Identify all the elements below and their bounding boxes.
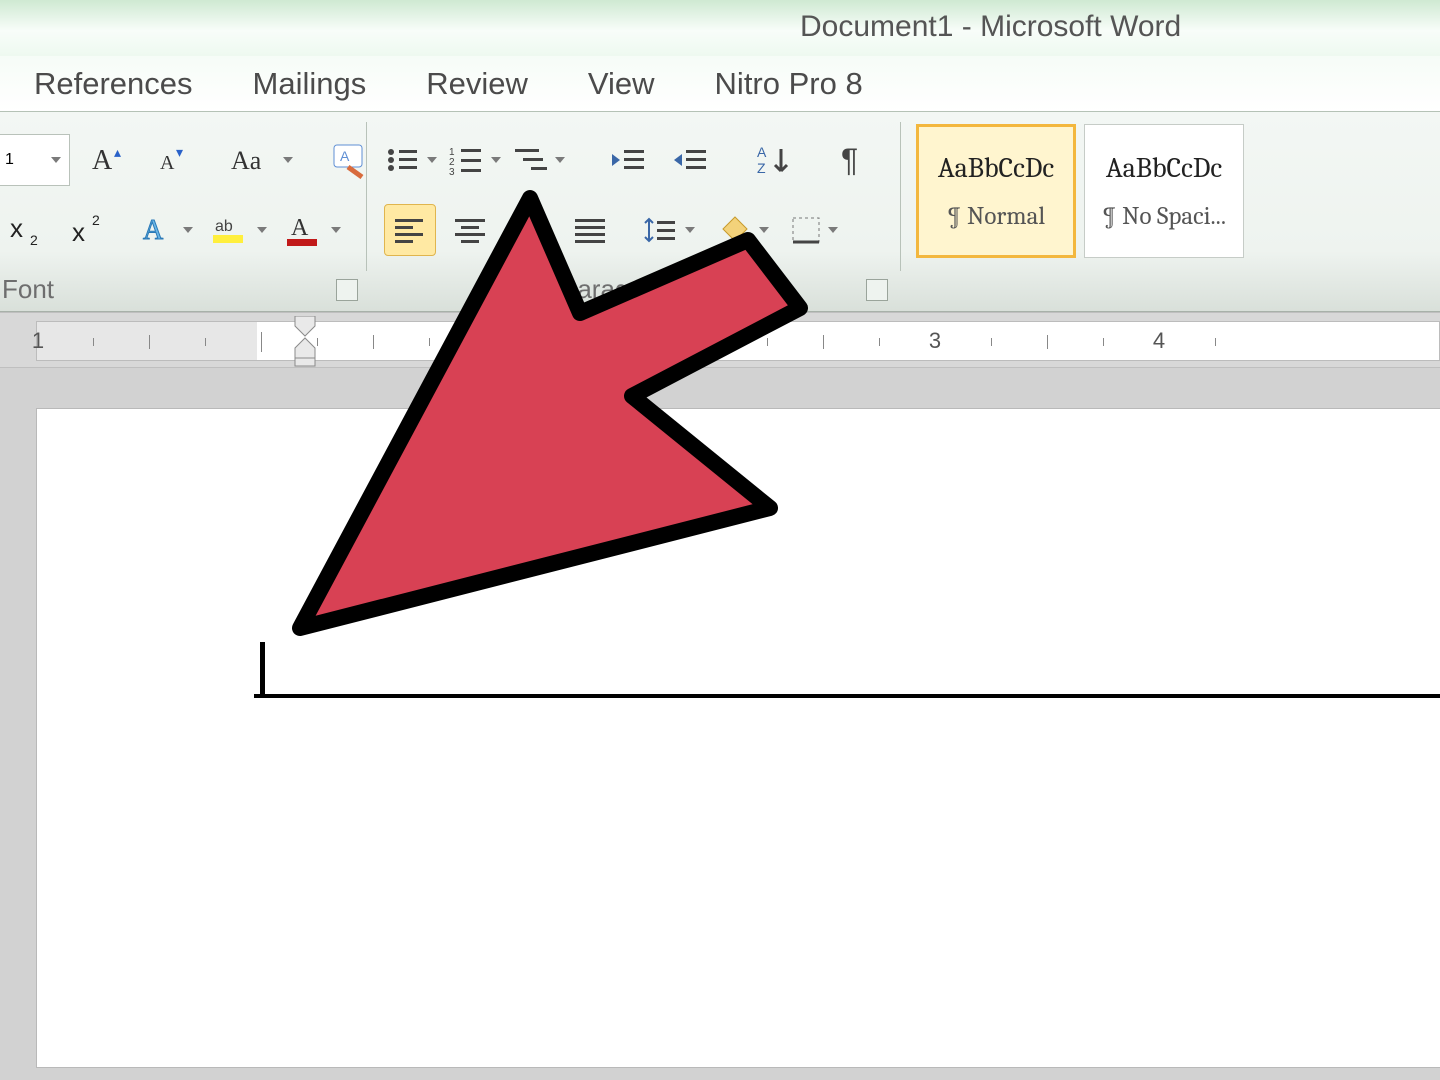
chevron-down-icon [685, 227, 695, 233]
chevron-down-icon [283, 157, 293, 163]
horizontal-ruler[interactable]: 1 3 4 [0, 312, 1440, 368]
chevron-down-icon [759, 227, 769, 233]
shading-button[interactable] [718, 204, 770, 256]
svg-text:A: A [160, 152, 175, 174]
chevron-down-icon [331, 227, 341, 233]
style-preview: AaBbCcDc [938, 152, 1054, 184]
styles-gallery: AaBbCcDc ¶ Normal AaBbCcDc ¶ No Spaci... [916, 124, 1244, 258]
style-no-spacing[interactable]: AaBbCcDc ¶ No Spaci... [1084, 124, 1244, 258]
change-case-button[interactable]: Aa [230, 134, 294, 186]
horizontal-line [254, 694, 1440, 698]
chevron-down-icon [828, 227, 838, 233]
svg-text:3: 3 [449, 167, 455, 175]
svg-text:x: x [72, 217, 85, 247]
chevron-down-icon [555, 157, 565, 163]
font-dialog-launcher[interactable] [336, 279, 358, 301]
svg-text:2: 2 [30, 232, 38, 247]
font-color-button[interactable]: A [284, 204, 342, 256]
clear-formatting-button[interactable]: A [324, 134, 376, 186]
svg-text:▾: ▾ [176, 144, 183, 160]
window-title: Document1 - Microsoft Word [800, 10, 1181, 44]
highlight-color-button[interactable]: ab [210, 204, 268, 256]
tab-review[interactable]: Review [426, 66, 528, 102]
align-right-button[interactable] [504, 204, 556, 256]
chevron-down-icon [51, 157, 61, 163]
line-spacing-button[interactable] [640, 204, 696, 256]
svg-text:A: A [757, 144, 767, 160]
chevron-down-icon [427, 157, 437, 163]
multilevel-list-button[interactable] [512, 134, 566, 186]
svg-text:▴: ▴ [114, 144, 121, 160]
show-hide-paragraph-button[interactable]: ¶ [830, 134, 882, 186]
text-effects-button[interactable]: A [140, 204, 194, 256]
decrease-indent-button[interactable] [602, 134, 654, 186]
tab-references[interactable]: References [34, 66, 193, 102]
chevron-down-icon [257, 227, 267, 233]
grow-font-button[interactable]: A▴ [84, 134, 136, 186]
style-preview: AaBbCcDc [1106, 152, 1222, 184]
svg-text:2: 2 [92, 213, 100, 228]
increase-indent-button[interactable] [664, 134, 716, 186]
font-group-label: Font [2, 274, 54, 305]
borders-button[interactable] [788, 204, 840, 256]
svg-text:A: A [92, 145, 113, 176]
svg-text:A: A [340, 148, 350, 164]
ruler-number: 4 [1153, 328, 1165, 354]
svg-text:A: A [291, 215, 309, 241]
document-page[interactable] [36, 408, 1440, 1068]
svg-text:Aa: Aa [231, 146, 262, 175]
font-size-value: 1 [5, 151, 14, 169]
bullets-button[interactable] [384, 134, 438, 186]
style-normal[interactable]: AaBbCcDc ¶ Normal [916, 124, 1076, 258]
ribbon: 1 A▴ A▾ Aa A x2 x2 A ab A [0, 112, 1440, 312]
paragraph-group-label: Paragraph [560, 274, 681, 305]
title-bar: Document1 - Microsoft Word [0, 0, 1440, 56]
font-size-combo[interactable]: 1 [0, 134, 70, 186]
svg-text:ab: ab [215, 218, 233, 235]
tab-mailings[interactable]: Mailings [253, 66, 367, 102]
ruler-number: 3 [929, 328, 941, 354]
shrink-font-button[interactable]: A▾ [148, 134, 200, 186]
chevron-down-icon [183, 227, 193, 233]
justify-button[interactable] [564, 204, 616, 256]
tab-nitro-pro[interactable]: Nitro Pro 8 [715, 66, 863, 102]
align-left-button[interactable] [384, 204, 436, 256]
svg-text:x: x [10, 213, 23, 243]
style-name: ¶ No Spaci... [1102, 202, 1226, 231]
style-name: ¶ Normal [947, 202, 1045, 231]
svg-text:Z: Z [757, 160, 766, 176]
subscript-button[interactable]: x2 [0, 204, 52, 256]
text-caret [260, 642, 265, 696]
svg-text:¶: ¶ [841, 143, 858, 177]
superscript-button[interactable]: x2 [62, 204, 114, 256]
sort-button[interactable]: AZ [748, 134, 800, 186]
svg-text:A: A [143, 215, 164, 246]
paragraph-dialog-launcher[interactable] [866, 279, 888, 301]
numbering-button[interactable]: 123 [448, 134, 502, 186]
indent-marker-icon[interactable] [291, 316, 319, 368]
chevron-down-icon [491, 157, 501, 163]
tab-view[interactable]: View [588, 66, 655, 102]
ruler-number: 1 [32, 328, 44, 354]
align-center-button[interactable] [444, 204, 496, 256]
ribbon-tabs: References Mailings Review View Nitro Pr… [0, 56, 1440, 112]
